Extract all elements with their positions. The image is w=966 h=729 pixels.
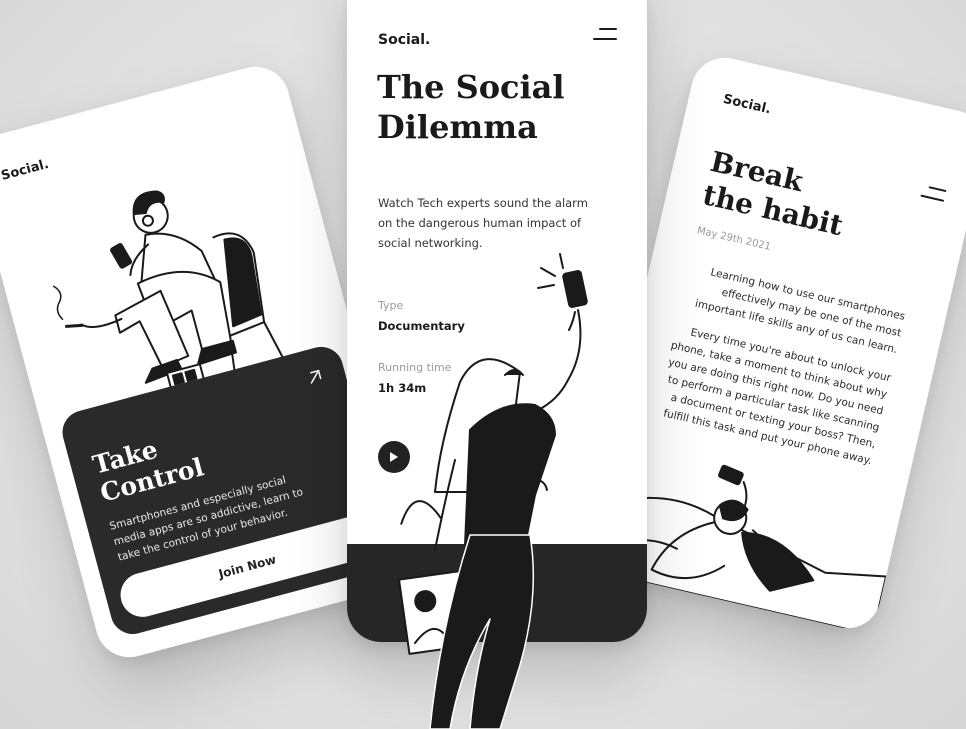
article-date: May 29th 2021 — [695, 225, 772, 253]
movie-description: Watch Tech experts sound the alarm on th… — [378, 196, 588, 250]
showcase-scene: Social. Take Control Smartphones and esp… — [0, 0, 966, 729]
hamburger-menu-icon[interactable] — [920, 185, 947, 204]
movie-title: The Social Dilemma — [377, 68, 565, 146]
brand-logo: Social. — [378, 32, 431, 48]
running-time-label: Running time — [378, 361, 452, 374]
type-value: Documentary — [378, 319, 465, 333]
type-label: Type — [378, 299, 404, 312]
brand-logo: Social. — [0, 156, 51, 184]
brand-logo: Social. — [721, 91, 773, 118]
phone-screen-social-dilemma: Social. The Social Dilemma Watch Tech ex… — [347, 0, 647, 642]
dark-footer-band — [347, 544, 647, 642]
play-button[interactable] — [378, 441, 410, 473]
hamburger-menu-icon[interactable] — [593, 28, 617, 42]
play-icon — [390, 452, 398, 462]
arrow-up-right-icon[interactable] — [305, 367, 325, 387]
running-time-value: 1h 34m — [378, 381, 427, 395]
